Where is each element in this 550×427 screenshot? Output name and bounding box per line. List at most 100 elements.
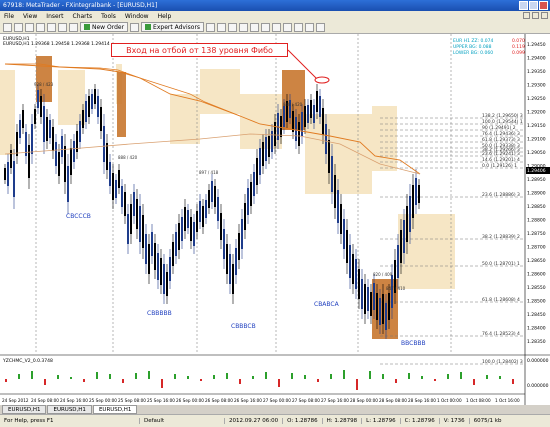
line-chart-icon[interactable] [228, 22, 238, 32]
fibo-level-label: 76.4 (1.29436) 3 [482, 131, 520, 137]
fibo-legend-item: UPPER BG: 0.088 [453, 44, 492, 50]
tile-icon[interactable] [261, 22, 271, 32]
periods-icon[interactable] [305, 22, 315, 32]
price-tick-label: 1.28900 [527, 191, 546, 197]
mdi-restore-icon[interactable] [532, 12, 539, 19]
chart-tab-2[interactable]: EURUSD,H1 [47, 405, 92, 414]
candle-body [190, 217, 192, 241]
candle-body [4, 168, 6, 180]
templates-icon[interactable] [316, 22, 326, 32]
expert-advisors-button[interactable]: Expert Advisors [141, 22, 205, 32]
menu-tools[interactable]: Tools [101, 13, 116, 20]
menu-file[interactable]: File [4, 13, 14, 20]
candle-body [160, 258, 162, 285]
candle-body [409, 196, 411, 232]
candle-body [7, 162, 9, 186]
price-tick-label: 1.28600 [527, 272, 546, 278]
data-window-icon[interactable] [36, 22, 45, 32]
candle-body [316, 91, 318, 112]
bar-chart-icon[interactable] [206, 22, 216, 32]
candle-body [64, 146, 66, 182]
price-chart[interactable]: 138.2 (1.29650) 3 100.0 (1.29544) 1 90 (1.… [0, 34, 550, 412]
time-tick-label: 25 Sep 16:00 [147, 398, 175, 403]
ohlc-info: EURUSD,H1 1.29368 1.29458 1.29368 1.2941… [3, 41, 110, 47]
terminal-icon[interactable] [58, 22, 67, 32]
status-datetime: 2012.09.27 06:00 [225, 418, 284, 424]
candle-body [241, 219, 243, 249]
menu-window[interactable]: Window [125, 13, 149, 20]
new-chart-icon[interactable] [3, 22, 12, 32]
indicator-bar [83, 379, 85, 382]
status-connection: 6075/1 kb [473, 418, 502, 424]
candle-body [361, 279, 363, 309]
chart-tab-3[interactable]: EURUSD,H1 [92, 405, 138, 414]
indicator-bar [304, 375, 306, 379]
candle-body [16, 132, 18, 156]
entry-marker-ellipse [314, 76, 330, 84]
candle-body [244, 203, 246, 230]
candle-body [184, 207, 186, 231]
candle-body [229, 254, 231, 284]
chart-tab-1[interactable]: EURUSD,H1 [2, 405, 47, 414]
time-tick-label: 28 Sep 08:00 [379, 398, 407, 403]
chart-shift-icon[interactable] [283, 22, 293, 32]
indicator-bar [408, 373, 410, 379]
tester-icon[interactable] [69, 22, 78, 32]
candle-body [397, 245, 399, 278]
indicators-icon[interactable] [294, 22, 304, 32]
candle-body [280, 116, 282, 137]
price-tick-label: 1.28800 [527, 218, 546, 224]
new-order-icon [84, 24, 90, 30]
window-controls [519, 1, 548, 10]
close-icon[interactable] [539, 1, 548, 10]
candle-body [133, 192, 135, 216]
mdi-close-icon[interactable] [541, 12, 548, 19]
candle-body [67, 166, 69, 202]
menu-view[interactable]: View [23, 13, 37, 20]
price-tick-label: 1.29350 [527, 69, 546, 75]
fibo-legend-item: LOWER BG: 0.060 [453, 50, 493, 56]
autoscroll-icon[interactable] [272, 22, 282, 32]
candle-body [85, 101, 87, 122]
candle-body [208, 190, 210, 208]
indicator-bar [187, 376, 189, 379]
profiles-icon[interactable] [14, 22, 23, 32]
indicator-bar [265, 372, 267, 379]
menu-insert[interactable]: Insert [46, 13, 63, 20]
market-watch-icon[interactable] [25, 22, 34, 32]
status-close: C: 1.28796 [401, 418, 440, 424]
candle-body [325, 124, 327, 154]
candle-body [109, 162, 111, 186]
maximize-icon[interactable] [529, 1, 538, 10]
candle-body [61, 136, 63, 157]
price-tick-label: 1.29150 [527, 123, 546, 129]
menu-help[interactable]: Help [158, 13, 172, 20]
zoom-in-icon[interactable] [239, 22, 249, 32]
candle-body [202, 206, 204, 227]
box-label: 897 / 418 [199, 170, 219, 175]
candle-body [247, 188, 249, 215]
indicator-bar [161, 379, 163, 388]
new-order-button[interactable]: New Order [80, 22, 129, 32]
mdi-minimize-icon[interactable] [523, 12, 530, 19]
indicator-bar [148, 371, 150, 379]
indicator-bar [122, 379, 124, 383]
metaeditor-icon[interactable] [130, 22, 140, 32]
candle-body [259, 148, 261, 175]
candle-body [232, 264, 234, 294]
price-tick-label: 1.28700 [527, 245, 546, 251]
price-tick-label: 1.28650 [527, 258, 546, 264]
candle-body [211, 181, 213, 202]
minimize-icon[interactable] [519, 1, 528, 10]
zoom-out-icon[interactable] [250, 22, 260, 32]
candle-body [256, 158, 258, 185]
navigator-icon[interactable] [47, 22, 56, 32]
chart-canvas[interactable]: 138.2 (1.29650) 3100.0 (1.29544) 190 (1.… [0, 34, 550, 412]
fibo-level-label: 138.2 (1.29650) 3 [482, 113, 523, 119]
menu-charts[interactable]: Charts [73, 13, 93, 20]
candle-chart-icon[interactable] [217, 22, 227, 32]
indicator-bar [447, 374, 449, 379]
wave-label: CBCCCB [66, 213, 91, 220]
candle-body [367, 287, 369, 311]
indicator-bar [317, 379, 319, 382]
